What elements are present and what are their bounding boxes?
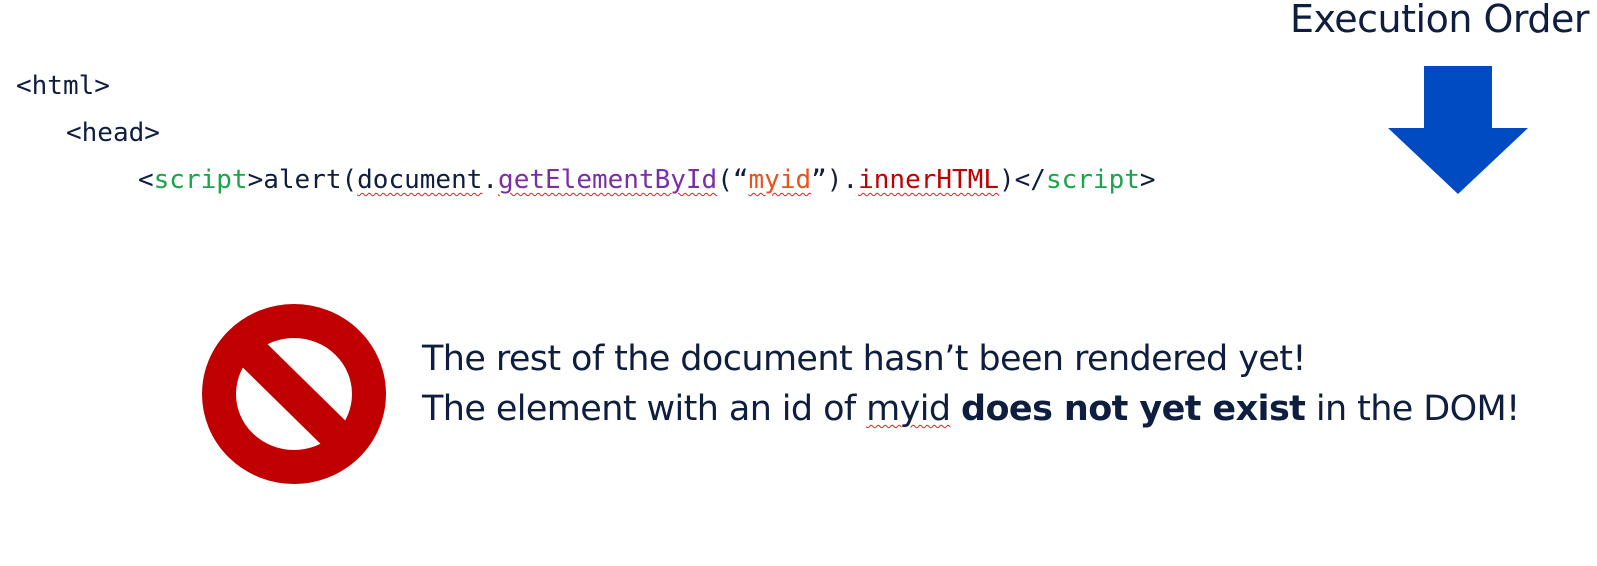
script-open-gt: > [247,165,264,195]
message-line-2: The element with an id of myid does not … [422,384,1520,434]
message-prefix: The element with an id of [422,389,867,429]
alert-call: alert( [263,165,358,195]
code-line-html: <html> [16,70,110,102]
alert-close-paren: ) [999,165,1015,195]
message-suffix: in the DOM! [1305,389,1520,429]
dot-operator: . [842,165,859,195]
message-bold-phrase: does not yet exist [961,389,1306,429]
script-close-tagname: script [1045,165,1140,195]
dot-operator: . [482,165,499,195]
code-line-script: <script>alert(document.getElementById(“m… [138,164,1156,196]
myid-string: myid [748,165,812,195]
down-arrow-icon [1388,66,1528,194]
script-close-gt: > [1139,165,1156,195]
argument-close-paren: ”) [811,165,843,195]
html-open-tag: <html> [16,71,110,101]
getelementbyid-method: getElementById [498,165,718,195]
message-line-1: The rest of the document hasn’t been ren… [422,339,1306,379]
message-id-name: myid [866,389,951,429]
prohibited-icon [202,304,386,484]
code-line-head: <head> [66,117,160,149]
slide: Execution Order <html> <head> <script>al… [0,0,1597,566]
script-close-lt: </ [1014,165,1046,195]
script-open-tagname: script [153,165,248,195]
argument-open-paren: (“ [717,165,749,195]
innerhtml-property: innerHTML [858,165,999,195]
document-object: document [357,165,483,195]
message-space [951,389,962,429]
script-open-lt: < [138,165,154,195]
execution-order-title: Execution Order [1289,0,1590,41]
message-text: The rest of the document hasn’t been ren… [422,334,1520,434]
head-open-tag: <head> [66,118,160,148]
